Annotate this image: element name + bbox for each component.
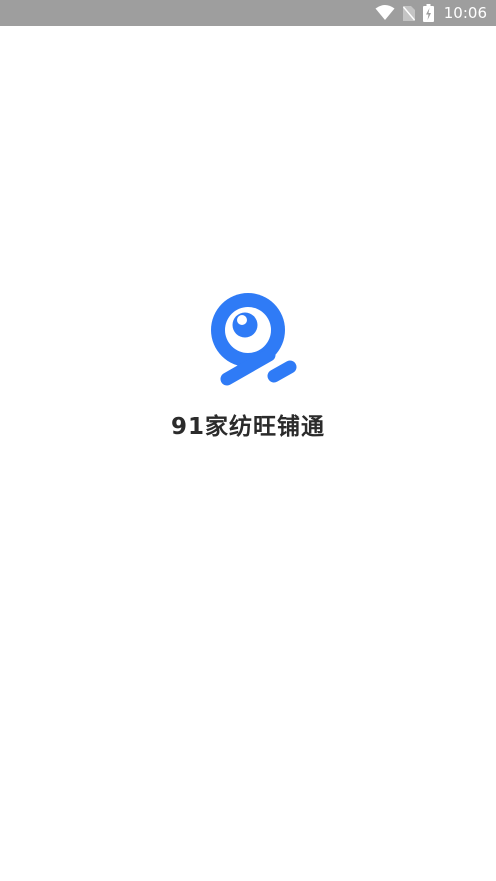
splash-screen: 91家纺旺铺通 (0, 26, 496, 881)
battery-charging-icon (422, 4, 434, 22)
app-logo-icon (198, 288, 298, 388)
no-sim-icon (402, 5, 416, 22)
status-bar: 10:06 (0, 0, 496, 26)
app-name: 91家纺旺铺通 (170, 414, 325, 440)
status-icons: 10:06 (375, 0, 487, 26)
status-time: 10:06 (443, 4, 487, 22)
wifi-icon (375, 5, 395, 21)
